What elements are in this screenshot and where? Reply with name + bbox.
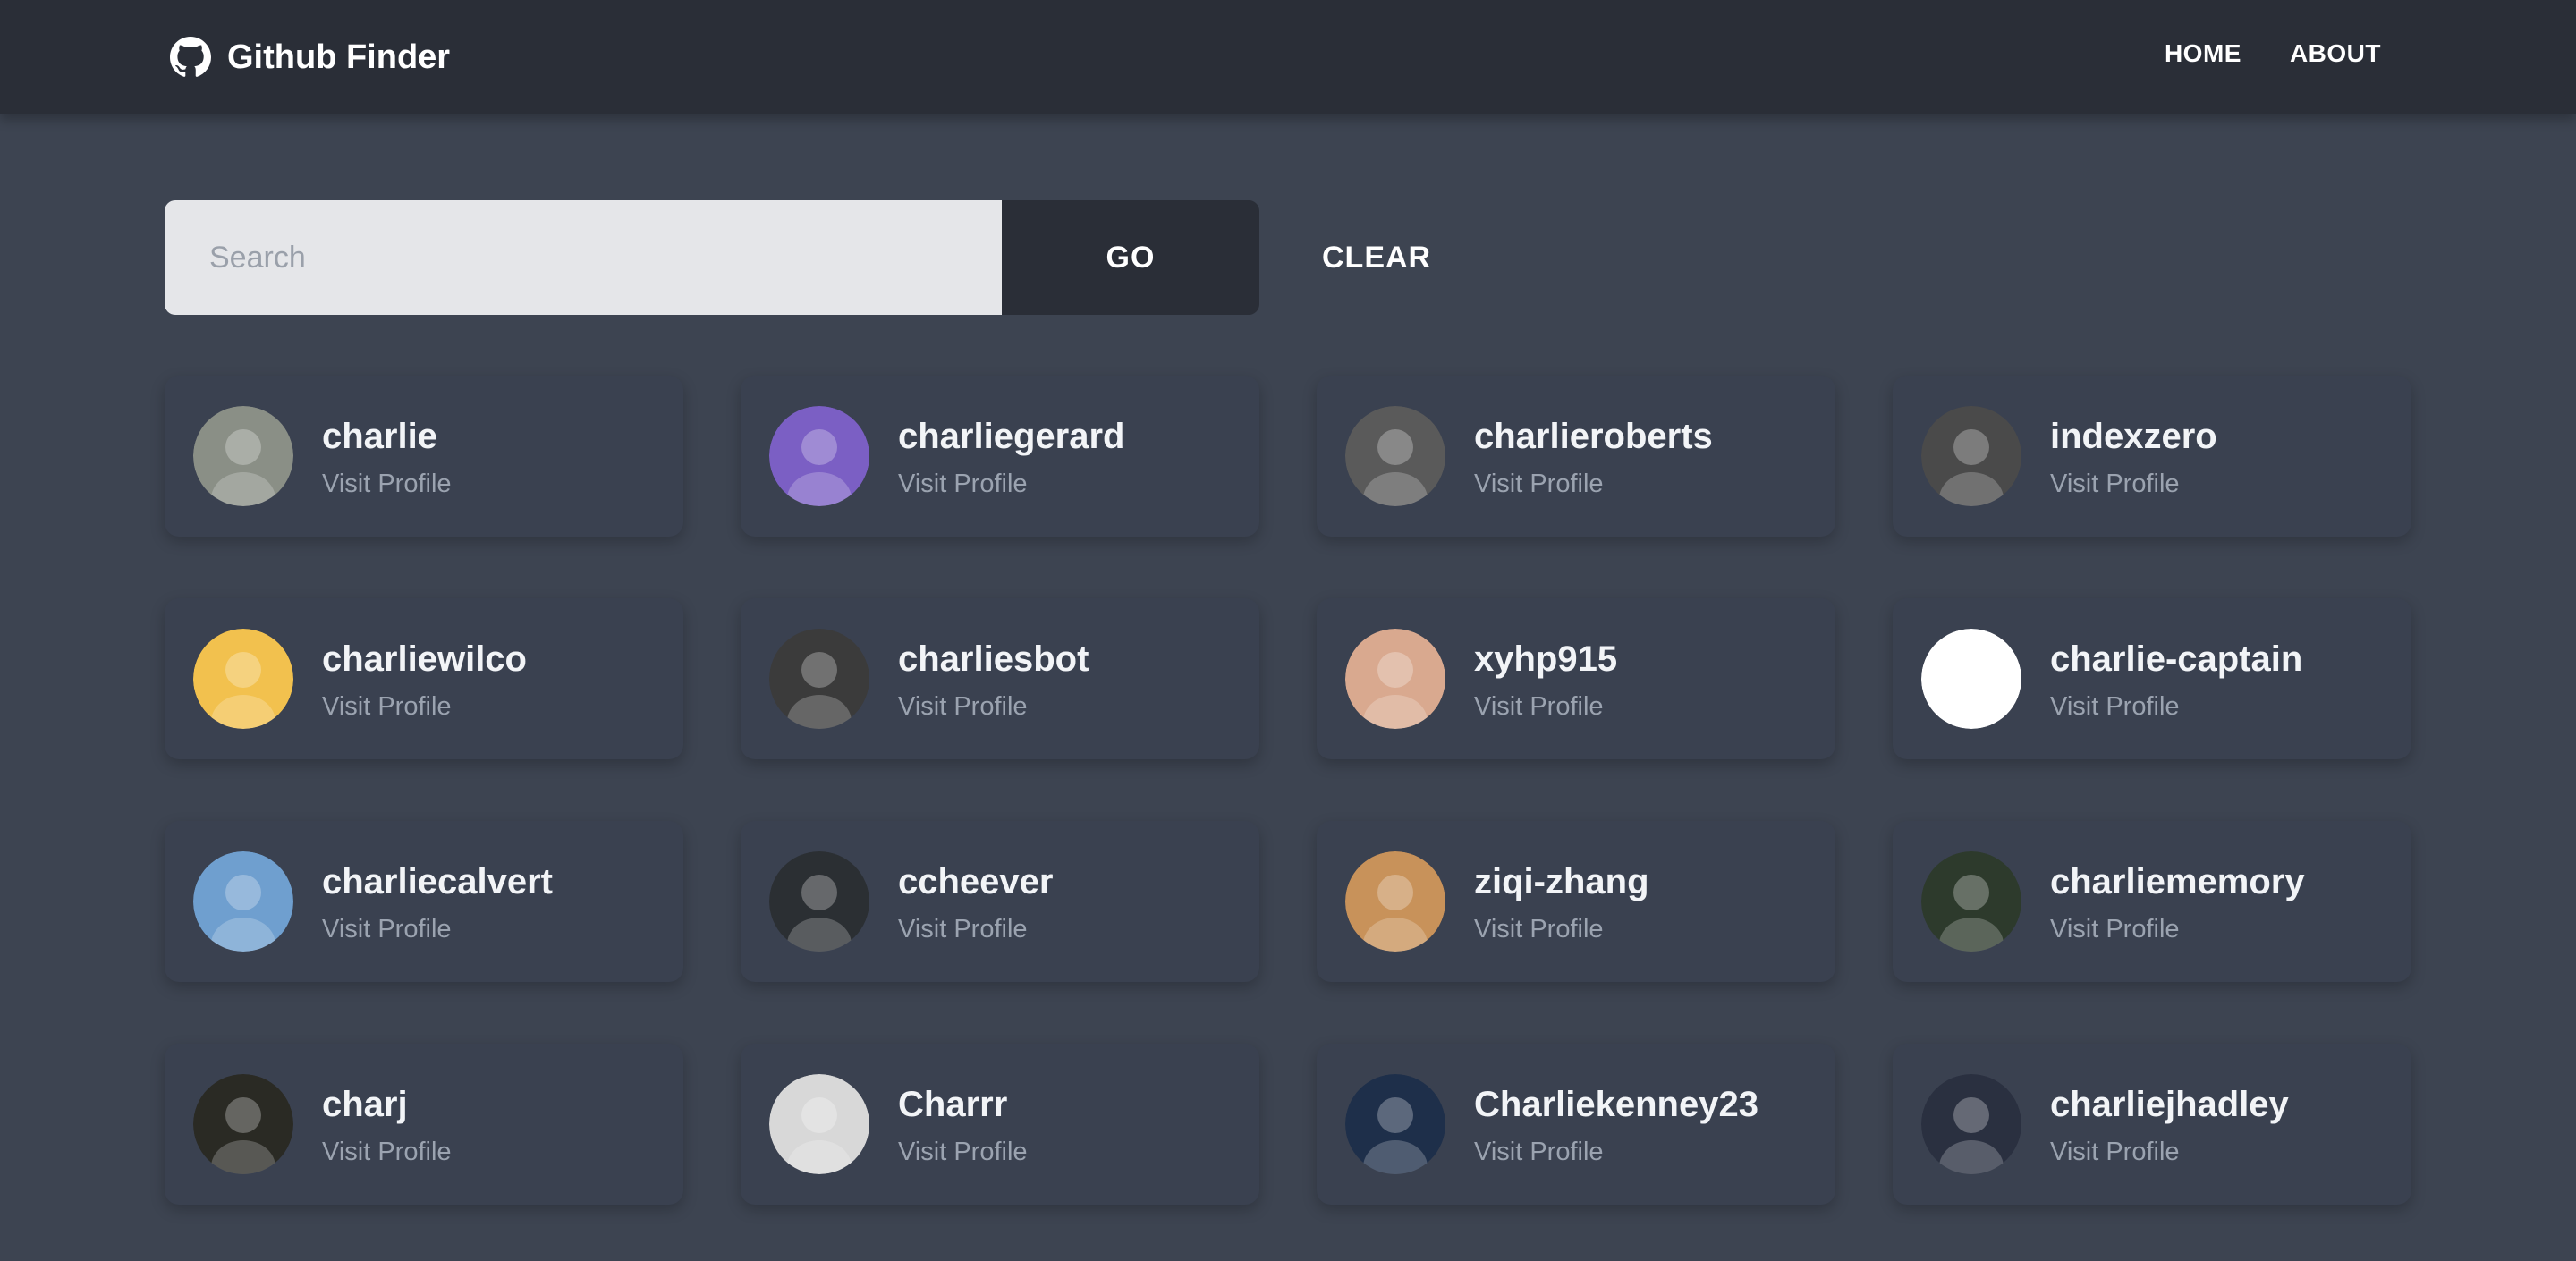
- avatar[interactable]: [193, 851, 293, 952]
- card-text: charlieroberts Visit Profile: [1474, 417, 1713, 499]
- visit-profile-link[interactable]: Visit Profile: [898, 1137, 1028, 1167]
- avatar[interactable]: [1345, 851, 1445, 952]
- visit-profile-link[interactable]: Visit Profile: [1474, 469, 1713, 499]
- visit-profile-link[interactable]: Visit Profile: [898, 691, 1089, 722]
- search-input[interactable]: [165, 200, 1002, 315]
- card-text: charliecalvert Visit Profile: [322, 862, 553, 944]
- avatar[interactable]: [1921, 1074, 2021, 1174]
- visit-profile-link[interactable]: Visit Profile: [898, 914, 1053, 944]
- username: charlieroberts: [1474, 417, 1713, 456]
- card-text: charliememory Visit Profile: [2050, 862, 2305, 944]
- visit-profile-link[interactable]: Visit Profile: [2050, 469, 2217, 499]
- card-text: ccheever Visit Profile: [898, 862, 1053, 944]
- user-card: ziqi-zhang Visit Profile: [1317, 821, 1835, 982]
- username: Charliekenney23: [1474, 1085, 1758, 1124]
- user-card: charlie-captain Visit Profile: [1893, 598, 2411, 759]
- avatar[interactable]: [193, 406, 293, 506]
- username: charlie-captain: [2050, 639, 2303, 679]
- avatar[interactable]: [1345, 406, 1445, 506]
- card-text: charj Visit Profile: [322, 1085, 452, 1167]
- nav-about-link[interactable]: ABOUT: [2290, 39, 2381, 68]
- avatar[interactable]: [1921, 406, 2021, 506]
- card-text: charliesbot Visit Profile: [898, 639, 1089, 722]
- user-card: charliewilco Visit Profile: [165, 598, 683, 759]
- nav-home-link[interactable]: HOME: [2165, 39, 2241, 68]
- card-text: Charliekenney23 Visit Profile: [1474, 1085, 1758, 1167]
- avatar[interactable]: [193, 629, 293, 729]
- avatar[interactable]: [769, 851, 869, 952]
- visit-profile-link[interactable]: Visit Profile: [322, 914, 553, 944]
- user-card: charliecalvert Visit Profile: [165, 821, 683, 982]
- card-text: xyhp915 Visit Profile: [1474, 639, 1617, 722]
- avatar[interactable]: [769, 406, 869, 506]
- navbar: Github Finder HOME ABOUT: [0, 0, 2576, 114]
- visit-profile-link[interactable]: Visit Profile: [322, 469, 452, 499]
- user-card: charliegerard Visit Profile: [741, 376, 1259, 537]
- user-card: charliememory Visit Profile: [1893, 821, 2411, 982]
- nav-links: HOME ABOUT: [2165, 39, 2381, 68]
- username: xyhp915: [1474, 639, 1618, 679]
- user-card: charj Visit Profile: [165, 1044, 683, 1205]
- visit-profile-link[interactable]: Visit Profile: [1474, 691, 1617, 722]
- avatar[interactable]: [769, 1074, 869, 1174]
- visit-profile-link[interactable]: Visit Profile: [1474, 914, 1649, 944]
- username: charliejhadley: [2050, 1085, 2289, 1124]
- brand[interactable]: Github Finder: [170, 36, 450, 79]
- avatar[interactable]: [1345, 1074, 1445, 1174]
- user-card: Charrr Visit Profile: [741, 1044, 1259, 1205]
- user-card: xyhp915 Visit Profile: [1317, 598, 1835, 759]
- user-card: indexzero Visit Profile: [1893, 376, 2411, 537]
- card-text: ziqi-zhang Visit Profile: [1474, 862, 1649, 944]
- card-text: charliewilco Visit Profile: [322, 639, 527, 722]
- username: ziqi-zhang: [1474, 862, 1649, 901]
- card-text: indexzero Visit Profile: [2050, 417, 2217, 499]
- username: charliewilco: [322, 639, 527, 679]
- username: charliesbot: [898, 639, 1089, 679]
- user-card: ccheever Visit Profile: [741, 821, 1259, 982]
- username: charlie: [322, 417, 437, 456]
- user-card: Charliekenney23 Visit Profile: [1317, 1044, 1835, 1205]
- card-text: charlie-captain Visit Profile: [2050, 639, 2302, 722]
- avatar[interactable]: [1345, 629, 1445, 729]
- card-text: charliejhadley Visit Profile: [2050, 1085, 2289, 1167]
- visit-profile-link[interactable]: Visit Profile: [322, 691, 527, 722]
- visit-profile-link[interactable]: Visit Profile: [2050, 1137, 2289, 1167]
- visit-profile-link[interactable]: Visit Profile: [2050, 914, 2305, 944]
- username: Charrr: [898, 1085, 1008, 1124]
- search-form: GO CLEAR: [165, 200, 1431, 315]
- visit-profile-link[interactable]: Visit Profile: [322, 1137, 452, 1167]
- user-card: charliesbot Visit Profile: [741, 598, 1259, 759]
- username: charj: [322, 1085, 408, 1124]
- user-card: charlieroberts Visit Profile: [1317, 376, 1835, 537]
- avatar[interactable]: [1921, 629, 2021, 729]
- username: indexzero: [2050, 417, 2217, 456]
- avatar[interactable]: [1921, 851, 2021, 952]
- search-group: GO: [165, 200, 1259, 315]
- visit-profile-link[interactable]: Visit Profile: [898, 469, 1124, 499]
- username: ccheever: [898, 862, 1054, 901]
- avatar[interactable]: [769, 629, 869, 729]
- visit-profile-link[interactable]: Visit Profile: [1474, 1137, 1758, 1167]
- card-text: charliegerard Visit Profile: [898, 417, 1124, 499]
- card-text: Charrr Visit Profile: [898, 1085, 1028, 1167]
- visit-profile-link[interactable]: Visit Profile: [2050, 691, 2302, 722]
- avatar[interactable]: [193, 1074, 293, 1174]
- brand-title: Github Finder: [227, 38, 451, 76]
- github-icon: [170, 37, 211, 78]
- user-grid: charlie Visit Profile charliegerard Visit P…: [165, 376, 2411, 1205]
- username: charliecalvert: [322, 862, 553, 901]
- card-text: charlie Visit Profile: [322, 417, 452, 499]
- go-button[interactable]: GO: [1002, 200, 1259, 315]
- username: charliememory: [2050, 862, 2305, 901]
- clear-button[interactable]: CLEAR: [1322, 241, 1431, 275]
- user-card: charliejhadley Visit Profile: [1893, 1044, 2411, 1205]
- username: charliegerard: [898, 417, 1125, 456]
- user-card: charlie Visit Profile: [165, 376, 683, 537]
